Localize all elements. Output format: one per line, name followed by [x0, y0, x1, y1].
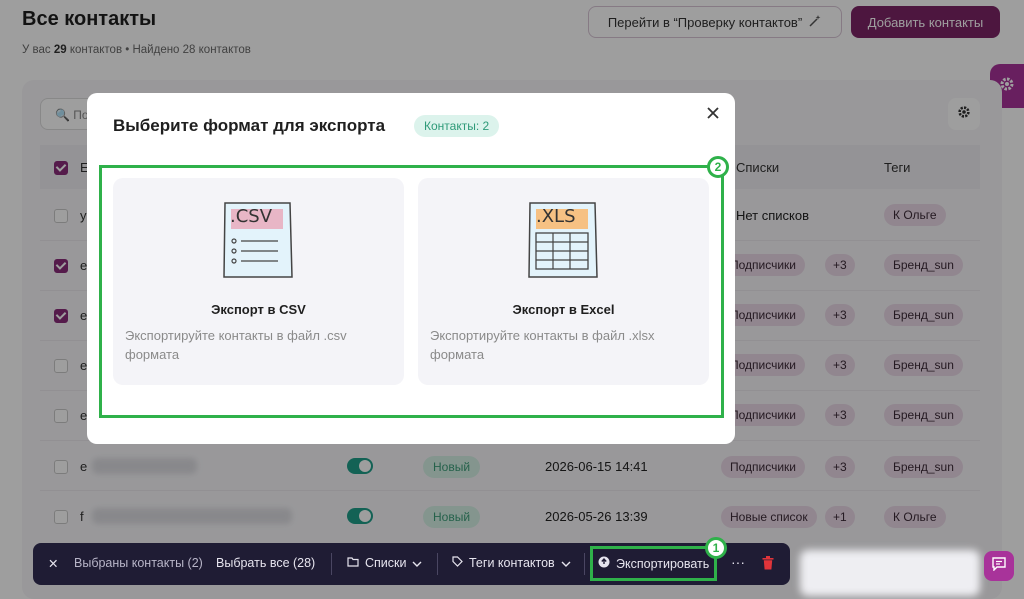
divider [584, 553, 585, 575]
chat-icon [992, 556, 1006, 576]
chevron-down-icon [561, 556, 571, 570]
divider [331, 553, 332, 575]
chevron-down-icon [412, 556, 422, 570]
close-icon: ✕ [48, 557, 59, 571]
step-1-marker: 1 [705, 537, 727, 559]
trash-icon [762, 556, 774, 574]
close-button[interactable] [704, 106, 722, 124]
more-actions-button[interactable]: ··· [731, 554, 745, 570]
step-2-marker: 2 [707, 156, 729, 178]
lists-menu-button[interactable]: Списки [347, 556, 422, 570]
tag-icon [452, 556, 463, 570]
selected-count: Выбраны контакты (2) [74, 556, 203, 570]
contacts-count-badge: Контакты: 2 [414, 115, 500, 137]
delete-button[interactable] [762, 556, 774, 575]
highlight-export-options [99, 165, 724, 418]
select-all-button[interactable]: Выбрать все (28) [216, 556, 315, 570]
chat-support-button[interactable] [984, 551, 1014, 581]
modal-title: Выберите формат для экспорта [113, 116, 386, 135]
highlight-export-button [590, 546, 717, 581]
folder-icon [347, 556, 359, 570]
tags-menu-button[interactable]: Теги контактов [452, 556, 571, 570]
clear-selection-button[interactable]: ✕ [48, 556, 58, 571]
divider [437, 553, 438, 575]
close-icon [707, 106, 719, 124]
blurred-widgets [800, 550, 980, 596]
